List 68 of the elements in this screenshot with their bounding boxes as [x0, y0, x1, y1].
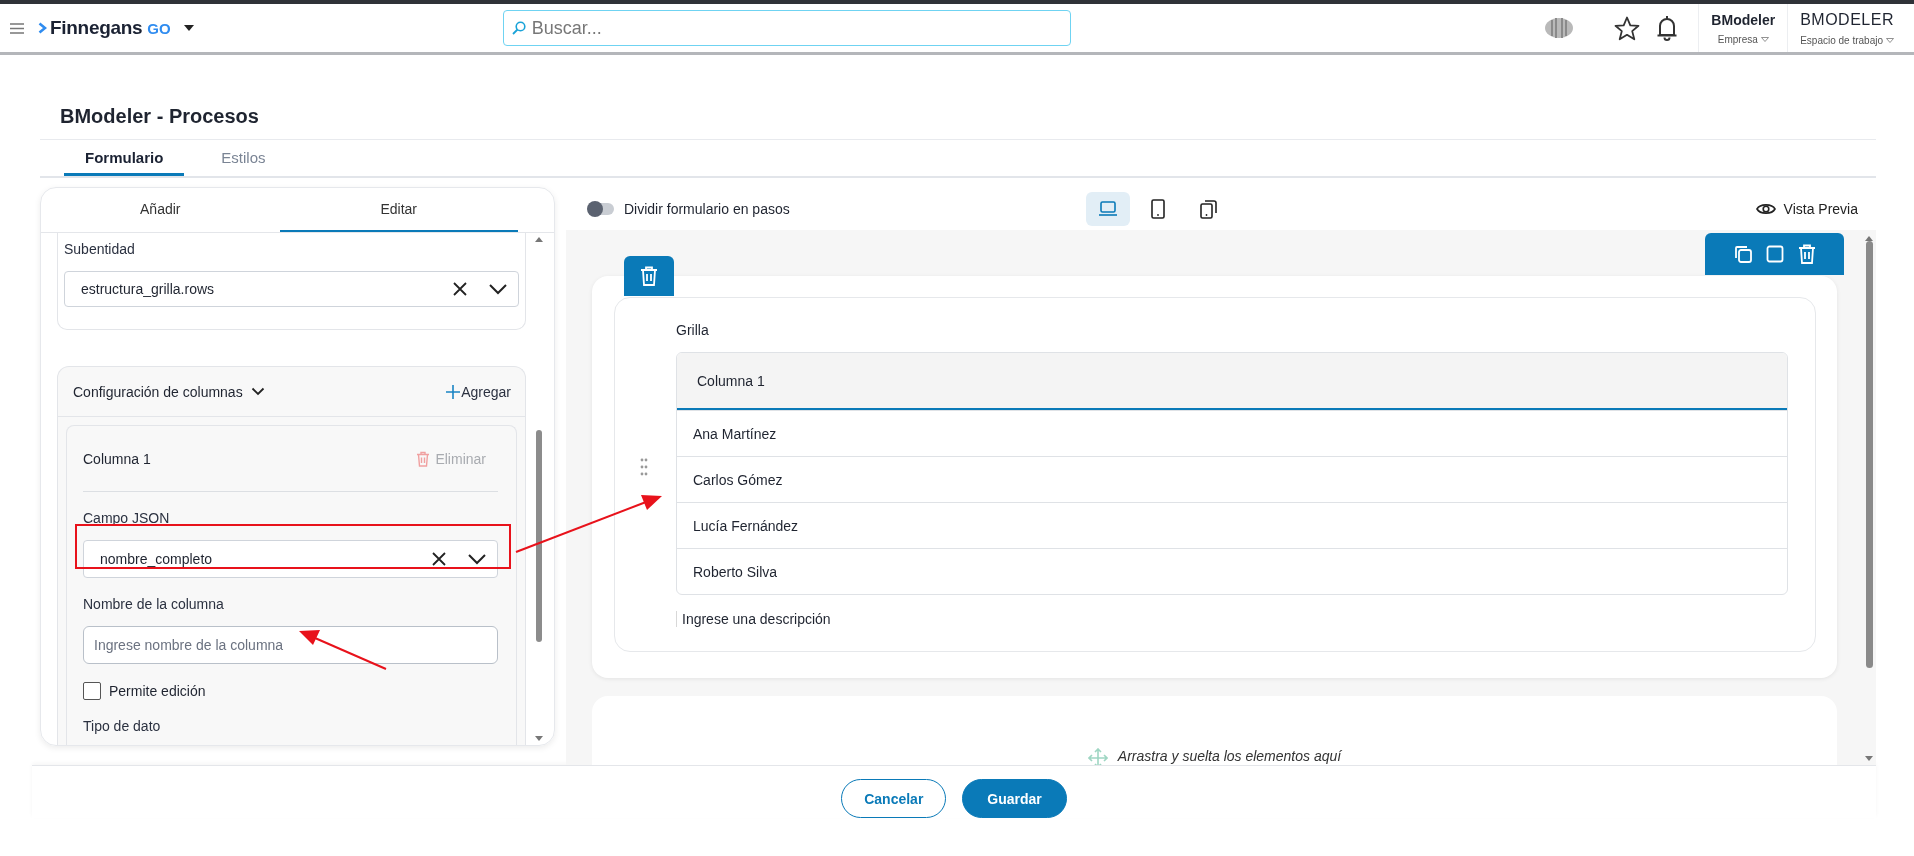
- description-text[interactable]: Ingrese una descripción: [676, 611, 831, 627]
- scroll-down-icon[interactable]: [1865, 756, 1873, 761]
- scrollbar-thumb[interactable]: [1865, 241, 1873, 669]
- brand-suffix: GO: [147, 19, 171, 37]
- drag-handle-icon[interactable]: [640, 458, 648, 476]
- scrollbar-thumb[interactable]: [536, 429, 542, 643]
- clear-icon[interactable]: [431, 551, 447, 567]
- bell-icon[interactable]: [1656, 15, 1679, 41]
- sphere-logo-icon: [1544, 16, 1575, 40]
- grid-label: Grilla: [676, 322, 710, 338]
- drop-hint: Arrastra y suelta los elementos aquí: [1117, 748, 1342, 765]
- chevron-right-icon: [38, 22, 47, 34]
- cancel-button[interactable]: Cancelar: [841, 779, 947, 818]
- section-title: Configuración de columnas: [73, 383, 243, 400]
- tab[interactable]: Estilos: [200, 142, 287, 176]
- workspace-selector[interactable]: Espacio de trabajo: [1800, 34, 1894, 46]
- caret-down-icon: [1886, 37, 1894, 43]
- save-button[interactable]: Guardar: [962, 779, 1067, 818]
- chevron-down-icon[interactable]: [250, 387, 265, 396]
- device-view-button[interactable]: [1085, 191, 1130, 226]
- select-field[interactable]: nombre_completo: [83, 540, 498, 578]
- laptop-icon: [1097, 198, 1118, 219]
- chevron-down-icon[interactable]: [488, 283, 508, 295]
- field-label: Nombre de la columna: [83, 596, 225, 612]
- toggle-switch[interactable]: [588, 202, 614, 215]
- trash-icon: [416, 450, 431, 467]
- tab[interactable]: Formulario: [64, 142, 185, 176]
- caret-down-icon: [1760, 36, 1769, 42]
- menu-icon[interactable]: [10, 22, 24, 34]
- preview-button[interactable]: Vista Previa: [1755, 200, 1858, 217]
- chevron-down-icon[interactable]: [467, 553, 487, 565]
- toggle-label: Dividir formulario en pasos: [624, 200, 790, 217]
- plus-icon: [446, 384, 461, 399]
- text-field[interactable]: Ingrese nombre de la columna: [83, 626, 498, 664]
- square-icon[interactable]: [1764, 244, 1785, 264]
- search-icon: [511, 21, 526, 35]
- company-selector[interactable]: Empresa: [1717, 33, 1769, 45]
- delete-button[interactable]: [624, 256, 674, 296]
- checkbox[interactable]: [83, 682, 101, 700]
- scroll-down-icon[interactable]: [535, 736, 543, 741]
- select-field[interactable]: estructura_grilla.rows: [64, 271, 519, 307]
- move-arrows-icon: [1087, 748, 1108, 765]
- field-label: Tipo de dato: [83, 718, 162, 734]
- clear-icon[interactable]: [452, 281, 468, 297]
- search-field[interactable]: Buscar...: [502, 10, 1071, 46]
- page-title: BModeler - Procesos: [59, 104, 260, 129]
- brand-name: Finnegans: [50, 17, 143, 39]
- column-header: Columna 1: [677, 353, 1787, 410]
- caret-down-icon[interactable]: [183, 25, 194, 31]
- table-cell: Roberto Silva: [677, 548, 1787, 594]
- field-label: Subentidad: [64, 241, 136, 257]
- table-cell: Ana Martínez: [677, 410, 1787, 456]
- rotate-phone-icon: [1197, 198, 1218, 219]
- eye-icon: [1755, 201, 1776, 216]
- workspace-name: BMODELER: [1800, 10, 1894, 29]
- company-name: BModeler: [1711, 11, 1776, 28]
- trash-icon[interactable]: [1796, 244, 1817, 264]
- copy-icon[interactable]: [1732, 244, 1753, 264]
- star-icon[interactable]: [1614, 15, 1641, 41]
- scroll-up-icon[interactable]: [535, 237, 543, 242]
- trash-icon: [640, 266, 658, 286]
- column-title: Columna 1: [83, 450, 152, 467]
- checkbox-label: Permite edición: [109, 683, 206, 699]
- table-cell: Lucía Fernández: [677, 502, 1787, 548]
- field-label: Campo JSON: [83, 510, 171, 526]
- table-cell: Carlos Gómez: [677, 456, 1787, 502]
- add-button[interactable]: Agregar: [446, 383, 511, 400]
- panel-tab[interactable]: Añadir: [41, 188, 280, 232]
